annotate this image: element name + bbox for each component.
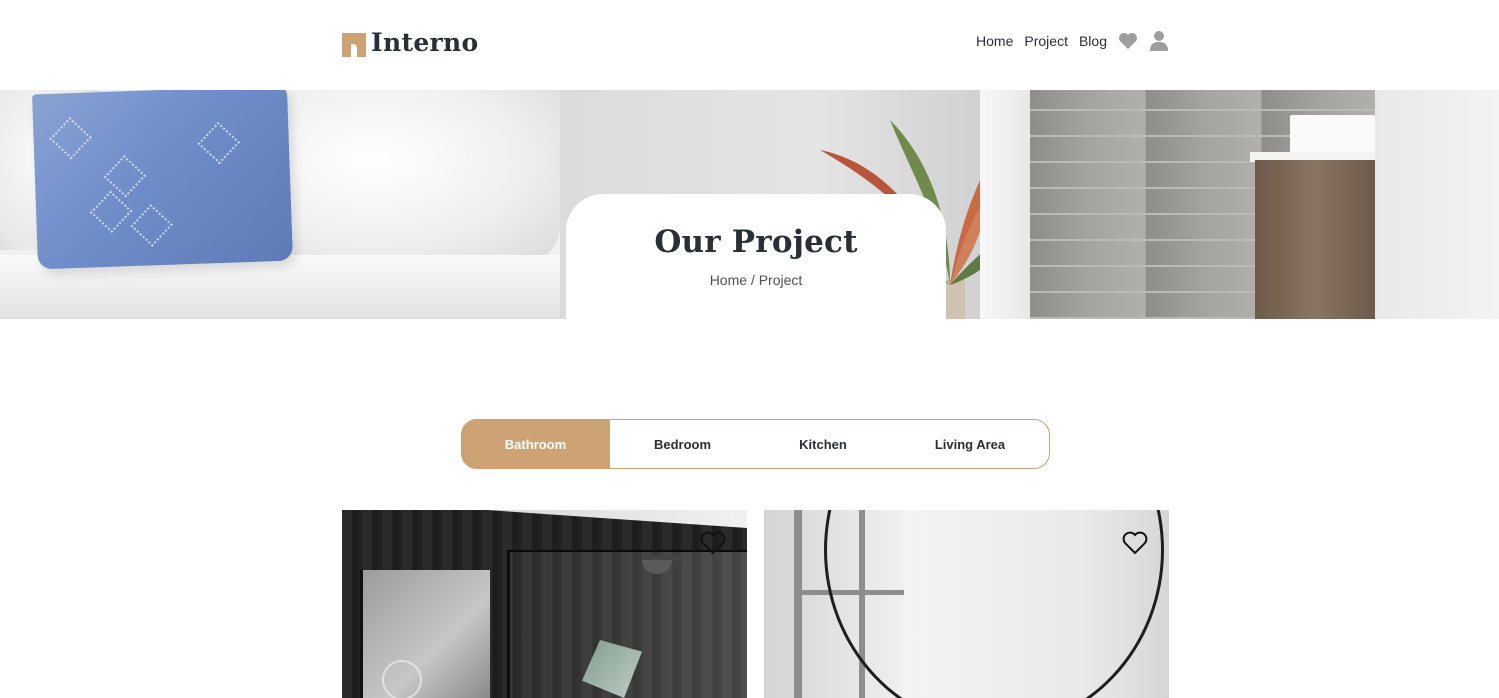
nav-link-home[interactable]: Home: [976, 33, 1013, 49]
favorite-heart-icon[interactable]: [699, 530, 727, 556]
tab-living-area[interactable]: Living Area: [891, 419, 1049, 469]
brand-logo[interactable]: Interno: [342, 28, 478, 57]
user-icon[interactable]: [1149, 30, 1169, 52]
blue-pillow-image: [32, 90, 293, 270]
favorite-heart-icon[interactable]: [1121, 530, 1149, 556]
breadcrumb-home[interactable]: Home: [710, 272, 747, 288]
brand-name: Interno: [371, 28, 479, 57]
project-category-tabs: Bathroom Bedroom Kitchen Living Area: [461, 419, 1050, 469]
project-card-image[interactable]: [764, 510, 1169, 698]
tab-bathroom[interactable]: Bathroom: [461, 419, 610, 469]
project-card-image[interactable]: [342, 510, 747, 698]
hero-banner: Our Project Home / Project: [0, 90, 1499, 319]
nav-link-project[interactable]: Project: [1024, 33, 1068, 49]
breadcrumb: Home / Project: [566, 272, 946, 288]
tab-kitchen[interactable]: Kitchen: [755, 419, 891, 469]
breadcrumb-separator: /: [747, 272, 759, 288]
page-title: Our Project: [654, 224, 858, 260]
wood-vanity-image: [1255, 160, 1375, 319]
logo-mark-icon: [342, 32, 366, 57]
bedroom-photo: [0, 90, 580, 319]
main-nav: Home Project Blog: [976, 30, 1169, 52]
heart-icon[interactable]: [1118, 30, 1138, 52]
tab-bedroom[interactable]: Bedroom: [610, 419, 755, 469]
site-header: Interno Home Project Blog: [0, 0, 1499, 90]
breadcrumb-current: Project: [758, 272, 803, 288]
round-mirror-image: [824, 510, 1164, 698]
nav-link-blog[interactable]: Blog: [1079, 33, 1107, 49]
hero-title-card: Our Project Home / Project: [566, 194, 946, 319]
